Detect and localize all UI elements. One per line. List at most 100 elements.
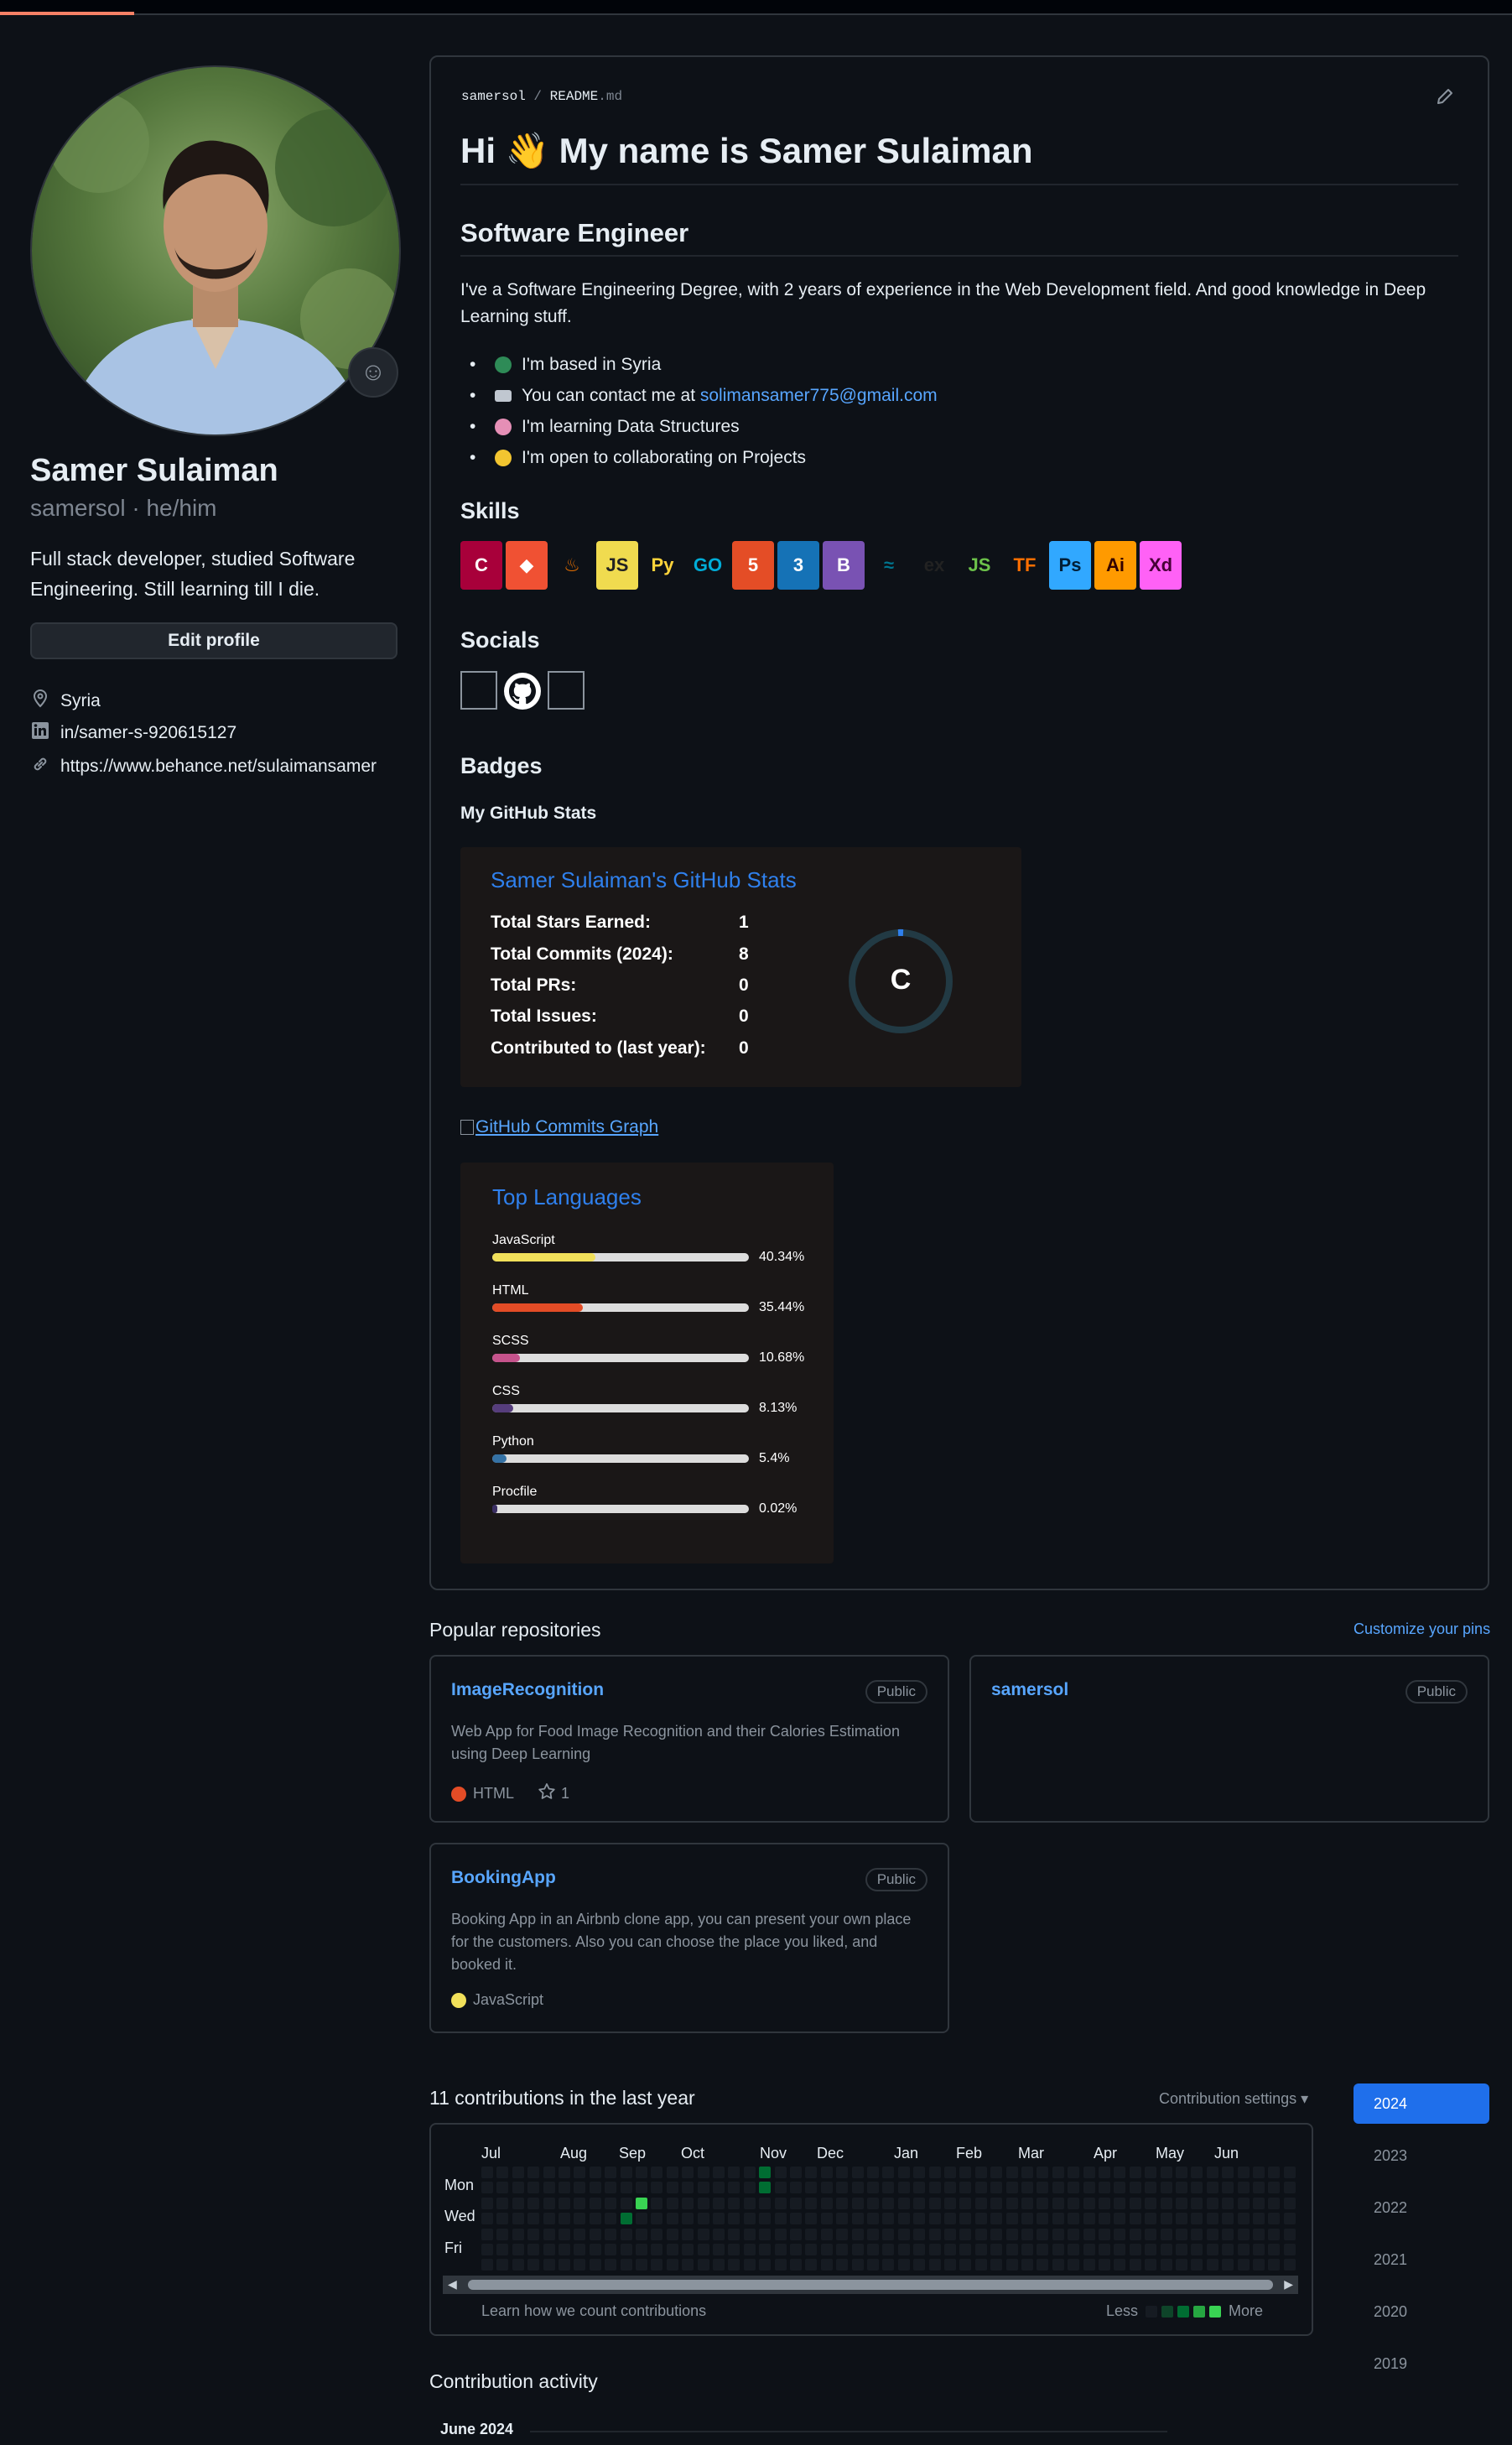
contribution-cell[interactable] [512,2259,524,2271]
contribution-cell[interactable] [574,2197,586,2209]
year-button-2022[interactable]: 2022 [1354,2187,1489,2228]
contribution-cell[interactable] [589,2244,601,2255]
contribution-cell[interactable] [1083,2213,1095,2225]
contribution-cell[interactable] [805,2182,818,2194]
linkedin-item[interactable]: in/samer-s-920615127 [30,721,236,745]
contribution-cell[interactable] [1129,2197,1141,2209]
contribution-cell[interactable] [1160,2197,1172,2209]
contribution-cell[interactable] [1176,2228,1187,2240]
contribution-cell[interactable] [790,2228,802,2240]
contribution-cell[interactable] [527,2167,540,2178]
readme-file-link[interactable]: README [550,89,599,104]
contribution-cell[interactable] [728,2197,740,2209]
contribution-cell[interactable] [836,2197,849,2209]
contribution-cell[interactable] [1206,2228,1218,2240]
contribution-cell[interactable] [928,2228,941,2240]
contribution-cell[interactable] [836,2167,849,2178]
contribution-cell[interactable] [990,2259,1003,2271]
contribution-cell[interactable] [1145,2182,1157,2194]
contribution-cell[interactable] [944,2259,956,2271]
contribution-cell[interactable] [1083,2244,1095,2255]
contribution-cell[interactable] [805,2213,818,2225]
contribution-cell[interactable] [1237,2167,1250,2178]
contribution-cell[interactable] [759,2197,772,2209]
contribution-settings-dropdown[interactable]: Contribution settings ▾ [1159,2090,1308,2108]
year-button-2021[interactable]: 2021 [1354,2240,1489,2280]
contribution-cell[interactable] [1268,2167,1281,2178]
contribution-cell[interactable] [820,2228,833,2240]
contribution-cell[interactable] [897,2244,910,2255]
contribution-cell[interactable] [820,2197,833,2209]
contribution-cell[interactable] [1237,2259,1250,2271]
set-status-button[interactable]: ☺ [348,347,398,398]
contribution-cell[interactable] [851,2182,864,2194]
contribution-cell[interactable] [1129,2244,1141,2255]
contribution-cell[interactable] [1206,2244,1218,2255]
contribution-cell[interactable] [790,2167,802,2178]
contribution-cell[interactable] [913,2197,926,2209]
contribution-cell[interactable] [1005,2167,1018,2178]
contribution-cell[interactable] [1129,2259,1141,2271]
contribution-cell[interactable] [759,2182,772,2194]
contribution-cell[interactable] [527,2244,540,2255]
contribution-cell[interactable] [1268,2244,1281,2255]
contribution-cell[interactable] [1283,2182,1296,2194]
contribution-cell[interactable] [496,2228,509,2240]
contribution-cell[interactable] [1052,2197,1064,2209]
contribution-cell[interactable] [651,2228,663,2240]
contribution-cell[interactable] [974,2244,987,2255]
contribution-cell[interactable] [559,2213,570,2225]
contribution-cell[interactable] [1145,2244,1157,2255]
scroll-left-arrow-icon[interactable]: ◀ [448,2277,457,2292]
contribution-cell[interactable] [527,2228,540,2240]
year-button-2024[interactable]: 2024 [1354,2083,1489,2124]
contribution-cell[interactable] [851,2259,864,2271]
contribution-cell[interactable] [682,2213,694,2225]
contribution-cell[interactable] [697,2197,709,2209]
contribution-cell[interactable] [574,2259,586,2271]
contribution-cell[interactable] [651,2244,663,2255]
contribution-cell[interactable] [1253,2167,1265,2178]
contribution-cell[interactable] [897,2259,910,2271]
contribution-cell[interactable] [1145,2197,1157,2209]
repo-name-link[interactable]: samersol [991,1680,1068,1700]
contribution-cell[interactable] [682,2259,694,2271]
contribution-cell[interactable] [589,2197,601,2209]
contribution-cell[interactable] [1083,2182,1095,2194]
contribution-cell[interactable] [481,2228,493,2240]
contribution-cell[interactable] [1099,2213,1110,2225]
contribution-cell[interactable] [605,2244,617,2255]
contribution-cell[interactable] [1005,2213,1018,2225]
contribution-cell[interactable] [1021,2167,1033,2178]
contribution-cell[interactable] [666,2182,678,2194]
contribution-cell[interactable] [743,2213,756,2225]
customize-pins-link[interactable]: Customize your pins [1354,1620,1490,1638]
contribution-cell[interactable] [589,2213,601,2225]
contribution-cell[interactable] [1114,2244,1126,2255]
contribution-cell[interactable] [697,2259,709,2271]
repo-card[interactable]: samersol Public [969,1655,1489,1823]
contribution-cell[interactable] [1037,2259,1049,2271]
broken-image-icon[interactable] [460,671,497,710]
contribution-cell[interactable] [1253,2228,1265,2240]
contribution-cell[interactable] [605,2228,617,2240]
contribution-cell[interactable] [1068,2197,1080,2209]
readme-owner-link[interactable]: samersol [461,89,526,104]
contribution-cell[interactable] [1253,2244,1265,2255]
contribution-cell[interactable] [928,2244,941,2255]
contribution-cell[interactable] [882,2259,895,2271]
contribution-cell[interactable] [1237,2213,1250,2225]
contribution-cell[interactable] [728,2213,740,2225]
contribution-cell[interactable] [651,2213,663,2225]
contribution-cell[interactable] [496,2167,509,2178]
contribution-cell[interactable] [1068,2167,1080,2178]
contribution-cell[interactable] [697,2244,709,2255]
contribution-cell[interactable] [774,2197,787,2209]
contribution-cell[interactable] [651,2197,663,2209]
contribution-cell[interactable] [620,2167,632,2178]
contribution-cell[interactable] [743,2244,756,2255]
contribution-cell[interactable] [1145,2213,1157,2225]
contribution-cell[interactable] [1021,2182,1033,2194]
repo-card[interactable]: BookingApp Public Booking App in an Airb… [429,1843,949,2033]
contribution-cell[interactable] [1005,2244,1018,2255]
